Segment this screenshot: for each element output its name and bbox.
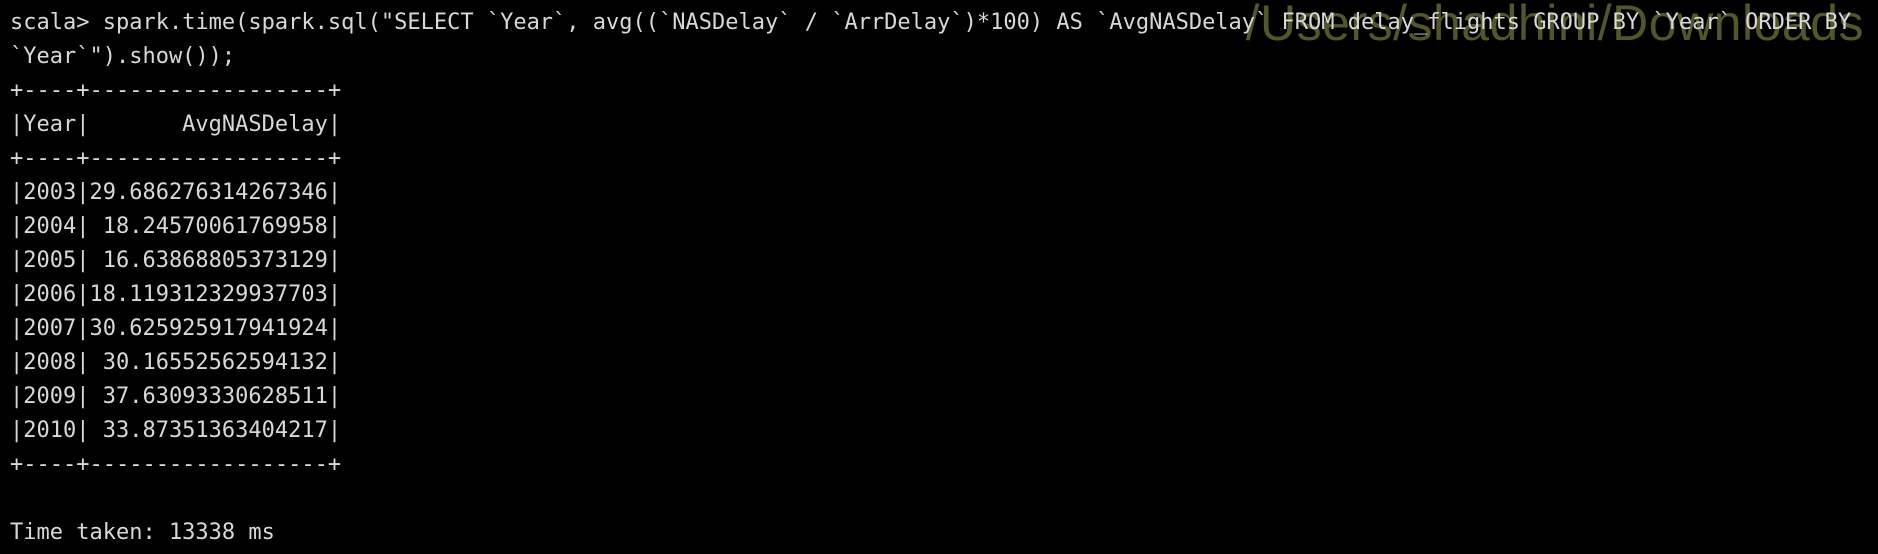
terminal-window[interactable]: /Users/shadhini/Downloads scala> spark.t… <box>0 0 1878 554</box>
table-header-border: +----+------------------+ <box>10 146 342 171</box>
table-row: |2004| 18.24570061769958| <box>10 214 342 239</box>
table-row: |2003|29.686276314267346| <box>10 180 342 205</box>
time-taken: Time taken: 13338 ms <box>10 520 275 545</box>
table-row: |2008| 30.16552562594132| <box>10 350 342 375</box>
table-row: |2006|18.119312329937703| <box>10 282 342 307</box>
table-bottom-border: +----+------------------+ <box>10 452 342 477</box>
table-top-border: +----+------------------+ <box>10 78 342 103</box>
table-row: |2005| 16.63868805373129| <box>10 248 342 273</box>
command-text: spark.time(spark.sql("SELECT `Year`, avg… <box>10 10 1865 69</box>
table-row: |2007|30.625925917941924| <box>10 316 342 341</box>
table-header: |Year| AvgNASDelay| <box>10 112 342 137</box>
command-line: scala> spark.time(spark.sql("SELECT `Yea… <box>10 6 1872 74</box>
terminal-output: scala> spark.time(spark.sql("SELECT `Yea… <box>10 6 1872 550</box>
table-row: |2009| 37.63093330628511| <box>10 384 342 409</box>
scala-prompt: scala> <box>10 10 103 35</box>
table-row: |2010| 33.87351363404217| <box>10 418 342 443</box>
